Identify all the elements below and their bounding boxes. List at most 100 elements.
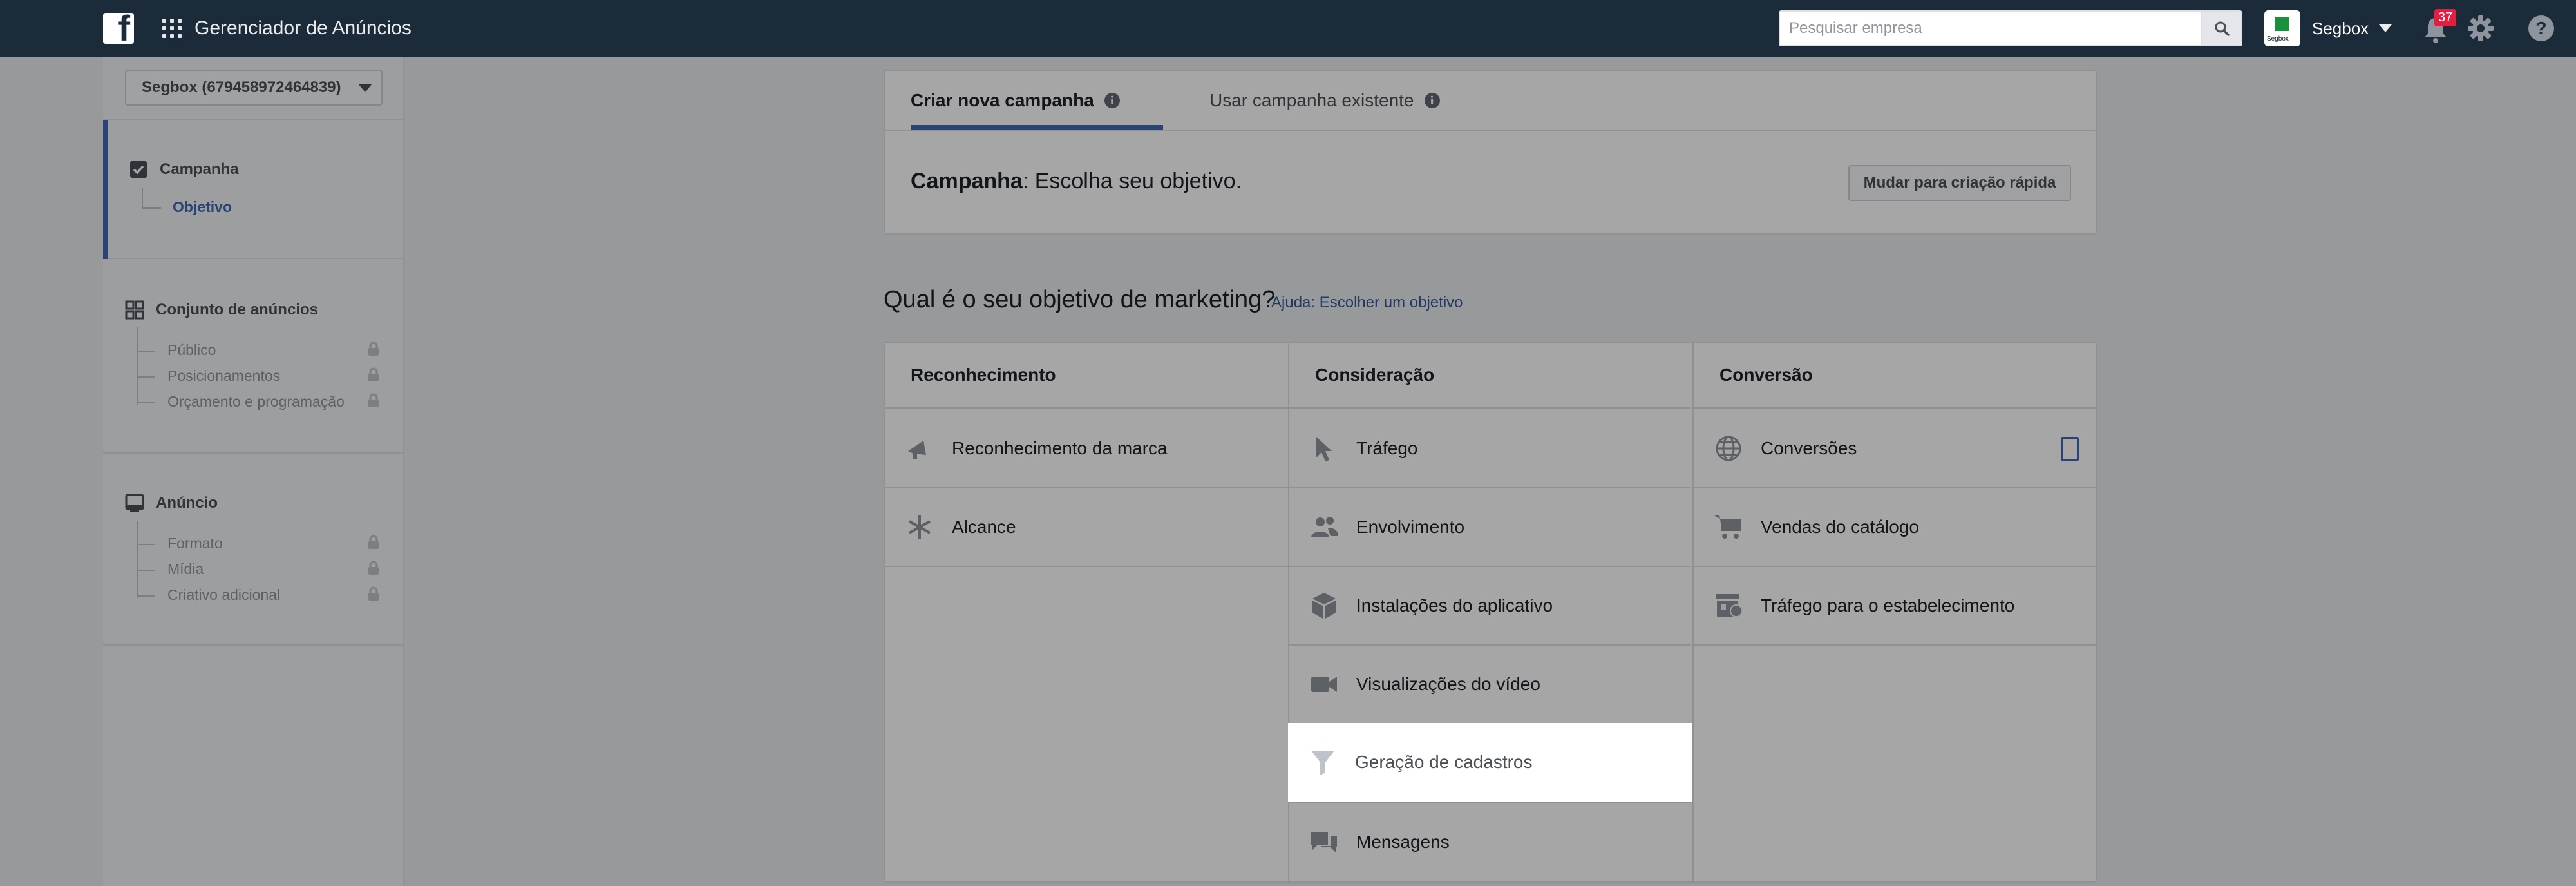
people-icon <box>1311 517 1338 537</box>
info-icon[interactable]: i <box>1104 93 1120 108</box>
tree-line <box>137 351 155 352</box>
help-choose-objective-link[interactable]: Ajuda: Escolher um objetivo <box>1271 294 1463 312</box>
tree-line <box>142 188 143 209</box>
objective-label: Tráfego <box>1356 438 1418 458</box>
tree-line <box>137 570 155 571</box>
account-logo: Segbox <box>2264 10 2300 46</box>
video-camera-icon <box>1311 677 1337 692</box>
ad-account-select[interactable]: Segbox (679458972464839) <box>125 70 383 106</box>
sidebar-item-format: Formato <box>167 535 223 552</box>
chat-bubbles-icon <box>1311 832 1337 852</box>
column-header: Consideração <box>1289 343 1691 409</box>
objective-messages[interactable]: Mensagens <box>1289 803 1691 881</box>
ad-monitor-icon <box>125 494 144 512</box>
funnel-icon <box>1311 751 1334 775</box>
sidebar-section-campaign: Campanha Objetivo <box>103 119 404 259</box>
facebook-logo-icon[interactable]: f <box>103 10 134 46</box>
top-bar: f Gerenciador de Anúncios Segbox Segbox … <box>0 0 2576 57</box>
search-icon <box>2215 21 2230 36</box>
campaign-objective-heading: Campanha: Escolha seu objetivo. <box>911 169 1242 194</box>
tab-use-existing-campaign-label: Usar campanha existente <box>1209 90 1414 110</box>
sidebar-section-ad-set: Conjunto de anúncios Público Posicioname… <box>103 260 404 454</box>
sidebar-item-budget: Orçamento e programação <box>167 393 345 410</box>
apps-grid-icon[interactable] <box>162 19 182 38</box>
tree-line <box>137 595 155 597</box>
lock-icon <box>368 367 379 381</box>
cursor-icon <box>1316 437 1332 461</box>
sidebar-item-audience: Público <box>167 342 216 358</box>
objective-catalog-sales[interactable]: Vendas do catálogo <box>1694 488 2096 567</box>
objective-column-conversion: Conversão Conversões Vendas do catálogo … <box>1692 343 2096 881</box>
objective-reach[interactable]: Alcance <box>885 488 1288 567</box>
mobile-device-icon <box>2061 437 2079 461</box>
campaign-header-card: Criar nova campanha i Usar campanha exis… <box>884 70 2097 235</box>
campaign-label: Campanha <box>911 169 1023 193</box>
ad-account-select-label: Segbox (679458972464839) <box>142 79 341 96</box>
objective-label: Conversões <box>1761 438 1857 458</box>
lock-icon <box>368 586 379 601</box>
highlighted-objective-lead-generation[interactable]: Geração de cadastros <box>1288 723 1692 802</box>
objective-label: Mensagens <box>1356 832 1450 852</box>
search-button[interactable] <box>2201 12 2241 45</box>
account-switcher[interactable]: Segbox Segbox <box>2264 10 2392 46</box>
objectives-card: Reconhecimento Reconhecimento da marca A… <box>884 342 2097 883</box>
settings-gear-icon[interactable] <box>2467 14 2495 43</box>
active-indicator <box>103 120 108 259</box>
info-icon[interactable]: i <box>1424 93 1440 108</box>
sidebar-section-ad: Anúncio Formato Mídia Criativo adicional <box>103 454 404 646</box>
sidebar-item-objective[interactable]: Objetivo <box>173 198 232 216</box>
campaign-instruction: : Escolha seu objetivo. <box>1022 169 1242 193</box>
objective-label: Visualizações do vídeo <box>1356 674 1540 694</box>
tree-line <box>137 376 155 378</box>
objective-engagement[interactable]: Envolvimento <box>1289 488 1691 567</box>
tab-create-new-campaign[interactable]: Criar nova campanha i <box>911 71 1120 130</box>
objective-store-traffic[interactable]: Tráfego para o estabelecimento <box>1694 567 2096 646</box>
chevron-down-icon <box>2379 24 2392 32</box>
help-icon[interactable]: ? <box>2528 15 2554 41</box>
ad-set-grid-icon <box>125 300 144 320</box>
objective-brand-awareness[interactable]: Reconhecimento da marca <box>885 410 1288 488</box>
lock-icon <box>368 342 379 356</box>
tree-line <box>137 521 138 598</box>
sidebar-item-ad-set-label: Conjunto de anúncios <box>156 301 318 318</box>
objective-traffic[interactable]: Tráfego <box>1289 410 1691 488</box>
marketing-objective-question: Qual é o seu objetivo de marketing? <box>884 286 1276 313</box>
objective-conversions[interactable]: Conversões <box>1694 410 2096 488</box>
sidebar-item-ad-set[interactable]: Conjunto de anúncios <box>125 300 318 320</box>
sidebar-item-ad-label: Anúncio <box>156 494 218 512</box>
checkbox-checked-icon <box>130 161 147 178</box>
reach-asterisk-icon <box>909 515 931 539</box>
company-search-input[interactable] <box>1780 12 2201 45</box>
objective-label: Reconhecimento da marca <box>952 438 1168 458</box>
switch-to-quick-creation-button[interactable]: Mudar para criação rápida <box>1848 165 2071 201</box>
left-sidebar: Segbox (679458972464839) Campanha Objeti… <box>103 57 404 886</box>
sidebar-item-campaign[interactable]: Campanha <box>129 160 239 179</box>
objective-label: Alcance <box>952 517 1016 537</box>
tree-line <box>137 544 155 545</box>
store-icon <box>1716 594 1743 617</box>
divider <box>885 130 2096 131</box>
lock-icon <box>368 561 379 575</box>
app-title[interactable]: Gerenciador de Anúncios <box>194 17 412 39</box>
objective-label: Geração de cadastros <box>1355 752 1533 772</box>
column-header: Reconhecimento <box>885 343 1288 409</box>
objective-video-views[interactable]: Visualizações do vídeo <box>1289 646 1691 724</box>
objective-app-installs[interactable]: Instalações do aplicativo <box>1289 567 1691 646</box>
shopping-cart-icon <box>1714 515 1741 539</box>
notifications-badge: 37 <box>2434 9 2457 26</box>
active-tab-indicator <box>911 125 1163 130</box>
tree-line <box>137 402 155 403</box>
sidebar-item-media: Mídia <box>167 561 204 577</box>
column-header: Conversão <box>1694 343 2096 409</box>
tree-line <box>137 327 138 405</box>
lock-icon <box>368 393 379 407</box>
objective-label: Vendas do catálogo <box>1761 517 1919 537</box>
lock-icon <box>368 535 379 549</box>
tree-line <box>142 207 161 209</box>
objective-label: Tráfego para o estabelecimento <box>1761 595 2015 615</box>
company-search <box>1779 10 2242 46</box>
tab-create-new-campaign-label: Criar nova campanha <box>911 90 1094 110</box>
objective-column-awareness: Reconhecimento Reconhecimento da marca A… <box>885 343 1288 881</box>
tab-use-existing-campaign[interactable]: Usar campanha existente i <box>1209 71 1440 130</box>
sidebar-item-ad[interactable]: Anúncio <box>125 494 218 513</box>
